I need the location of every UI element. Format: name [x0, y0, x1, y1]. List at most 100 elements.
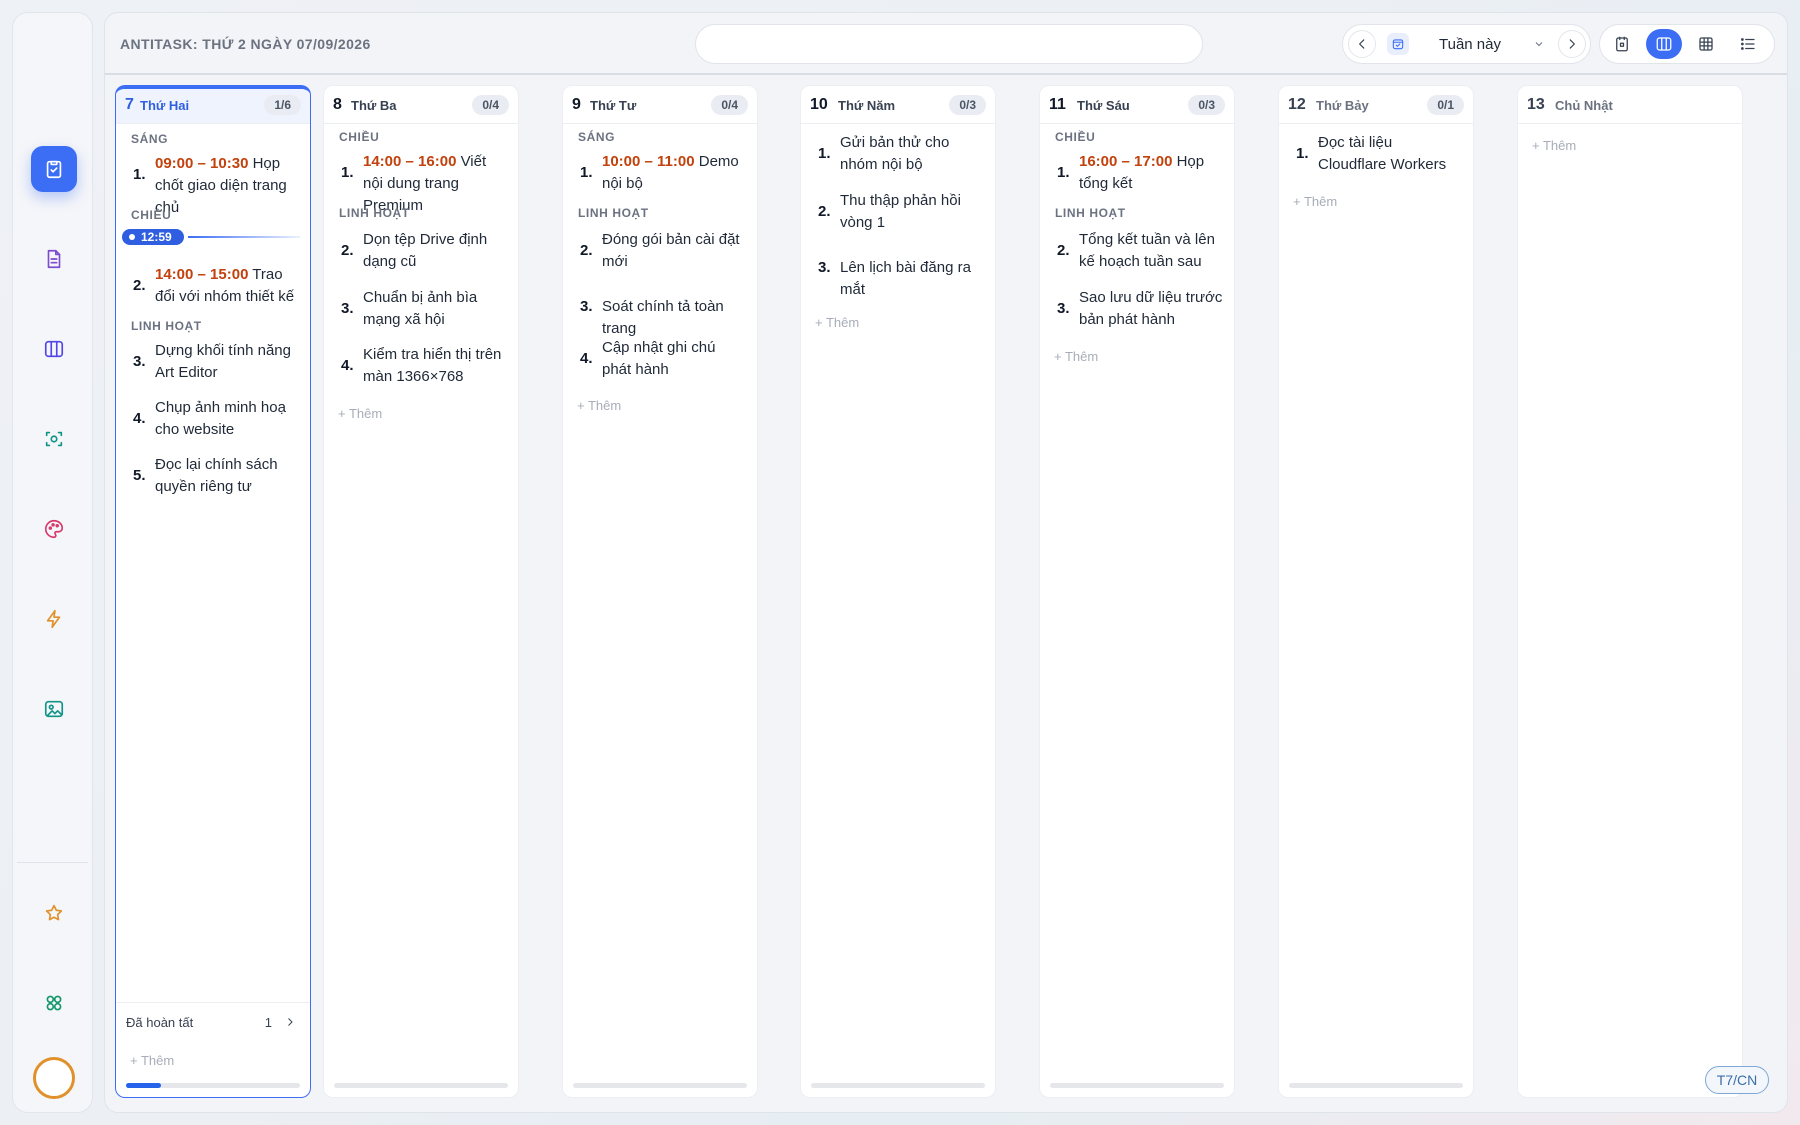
sidebar-item-tasks[interactable]	[31, 146, 77, 192]
view-month-button[interactable]	[1688, 29, 1724, 59]
task-item[interactable]: 1. 14:00 – 16:00 Viết nội dung trang Pre…	[339, 151, 508, 214]
section-label: LINH HOẠT	[131, 319, 202, 333]
clipboard-check-icon	[46, 160, 62, 179]
lightning-icon	[46, 609, 61, 629]
sidebar-item-capture[interactable]	[31, 416, 77, 462]
day-column-thursday: 10 Thứ Năm 0/3 1. Gửi bản thử cho nhóm n…	[800, 85, 996, 1098]
scrollbar[interactable]	[573, 1083, 747, 1088]
day-name: Thứ Sáu	[1077, 98, 1130, 113]
prev-week-button[interactable]	[1348, 30, 1376, 58]
search-input[interactable]	[695, 24, 1203, 64]
day-header: 11 Thứ Sáu 0/3	[1040, 86, 1234, 124]
section-label: LINH HOẠT	[1055, 206, 1126, 220]
task-item[interactable]: 2. 14:00 – 15:00 Trao đổi với nhóm thiết…	[131, 264, 300, 308]
sidebar-item-gallery[interactable]	[31, 686, 77, 732]
task-item[interactable]: 4. Cập nhật ghi chú phát hành	[578, 337, 747, 381]
task-item[interactable]: 4. Chụp ảnh minh hoạ cho website	[131, 397, 300, 441]
sidebar-divider	[17, 862, 88, 863]
list-icon	[1740, 38, 1755, 50]
sidebar-item-notes[interactable]	[31, 236, 77, 282]
period-label: Tuần này	[1439, 36, 1501, 53]
day-number: 7	[125, 96, 134, 113]
day-column-tuesday: 8 Thứ Ba 0/4 CHIỀU 1. 14:00 – 16:00 Viết…	[323, 85, 519, 1098]
scrollbar[interactable]	[811, 1083, 985, 1088]
day-column-monday: 7 Thứ Hai 1/6 SÁNG 1. 09:00 – 10:30 Họp …	[115, 85, 311, 1098]
task-item[interactable]: 2. Đóng gói bản cài đặt mới	[578, 229, 747, 273]
chevron-right-icon	[1569, 39, 1575, 49]
task-count-badge: 0/4	[711, 95, 748, 115]
document-icon	[47, 249, 61, 269]
view-day-button[interactable]	[1604, 29, 1640, 59]
task-count-badge: 0/4	[472, 95, 509, 115]
sidebar-item-board[interactable]	[31, 326, 77, 372]
task-item[interactable]: 1. 09:00 – 10:30 Họp chốt giao diện tran…	[131, 153, 300, 216]
task-item[interactable]: 1. 10:00 – 11:00 Demo nội bộ	[578, 151, 747, 195]
task-count-badge: 1/6	[264, 95, 301, 115]
weekend-toggle-button[interactable]: T7/CN	[1705, 1066, 1769, 1094]
scrollbar[interactable]	[1289, 1083, 1463, 1088]
day-column-wednesday: 9 Thứ Tư 0/4 SÁNG 1. 10:00 – 11:00 Demo …	[562, 85, 758, 1098]
day-number: 9	[572, 96, 581, 113]
task-item[interactable]: 1. 16:00 – 17:00 Họp tổng kết	[1055, 151, 1224, 195]
section-label: CHIỀU	[1055, 130, 1096, 144]
section-label: LINH HOẠT	[578, 206, 649, 220]
day-header: 7 Thứ Hai 1/6	[116, 89, 310, 124]
section-label: CHIỀU	[131, 208, 172, 222]
task-item[interactable]: 3. Chuẩn bị ảnh bìa mạng xã hội	[339, 287, 508, 331]
task-item[interactable]: 1. Đọc tài liệu Cloudflare Workers	[1294, 132, 1463, 176]
calendar-day-icon	[1616, 36, 1628, 52]
grid-icon	[46, 995, 62, 1011]
sidebar-item-palette[interactable]	[31, 506, 77, 552]
topbar: ANTITASK: THỨ 2 NGÀY 07/09/2026 Tuần này	[105, 13, 1787, 75]
task-item[interactable]: 3. Dựng khối tính năng Art Editor	[131, 340, 300, 384]
task-item[interactable]: 2. Tổng kết tuần và lên kế hoạch tuần sa…	[1055, 229, 1224, 273]
columns-icon	[1656, 37, 1672, 51]
sidebar-item-favorites[interactable]	[31, 890, 77, 936]
task-item[interactable]: 5. Đọc lại chính sách quyền riêng tư	[131, 454, 300, 498]
day-name: Thứ Bảy	[1316, 98, 1369, 113]
task-item[interactable]: 4. Kiểm tra hiển thị trên màn 1366×768	[339, 344, 508, 388]
add-task-button[interactable]: + Thêm	[1532, 138, 1576, 153]
day-number: 10	[810, 96, 828, 113]
sidebar-item-energy[interactable]	[31, 596, 77, 642]
grid-table-icon	[1699, 37, 1713, 51]
add-task-button[interactable]: + Thêm	[130, 1053, 174, 1068]
add-task-button[interactable]: + Thêm	[338, 406, 382, 421]
avatar[interactable]	[33, 1057, 75, 1099]
next-week-button[interactable]	[1558, 30, 1586, 58]
task-count-badge: 0/1	[1427, 95, 1464, 115]
day-header: 10 Thứ Năm 0/3	[801, 86, 995, 124]
task-item[interactable]: 3. Lên lịch bài đăng ra mắt	[816, 257, 985, 298]
add-task-button[interactable]: + Thêm	[577, 398, 621, 413]
sidebar	[12, 12, 93, 1113]
scrollbar[interactable]	[334, 1083, 508, 1088]
task-item[interactable]: 3. Soát chính tả toàn trang	[578, 296, 747, 337]
period-select[interactable]: Tuần này	[1383, 29, 1549, 59]
day-number: 12	[1288, 96, 1306, 113]
chevron-left-icon	[1359, 39, 1365, 49]
task-item[interactable]: 1. Gửi bản thử cho nhóm nội bộ	[816, 132, 985, 176]
day-number: 13	[1527, 96, 1545, 113]
task-count-badge: 0/3	[949, 95, 986, 115]
scrollbar[interactable]	[126, 1083, 300, 1088]
task-item[interactable]: 3. Sao lưu dữ liệu trước bản phát hành	[1055, 287, 1224, 331]
day-name: Thứ Ba	[351, 98, 397, 113]
day-column-sunday: 13 Chủ Nhật + Thêm	[1517, 85, 1743, 1098]
completed-tasks-toggle[interactable]: Đã hoàn tất 1	[116, 1002, 310, 1040]
current-time-badge: 12:59	[122, 229, 184, 245]
task-item[interactable]: 2. Thu thập phản hồi vòng 1	[816, 190, 985, 234]
day-header: 12 Thứ Bảy 0/1	[1279, 86, 1473, 124]
day-name: Thứ Tư	[590, 98, 637, 113]
day-header: 8 Thứ Ba 0/4	[324, 86, 518, 124]
scrollbar[interactable]	[1050, 1083, 1224, 1088]
main-panel: ANTITASK: THỨ 2 NGÀY 07/09/2026 Tuần này	[104, 12, 1788, 1113]
add-task-button[interactable]: + Thêm	[1054, 349, 1098, 364]
view-week-button[interactable]	[1646, 29, 1682, 59]
day-header: 13 Chủ Nhật	[1518, 86, 1742, 124]
add-task-button[interactable]: + Thêm	[1293, 194, 1337, 209]
sidebar-item-apps[interactable]	[31, 980, 77, 1026]
day-number: 11	[1049, 96, 1066, 113]
add-task-button[interactable]: + Thêm	[815, 315, 859, 330]
view-list-button[interactable]	[1730, 29, 1766, 59]
task-item[interactable]: 2. Dọn tệp Drive định dạng cũ	[339, 229, 508, 273]
